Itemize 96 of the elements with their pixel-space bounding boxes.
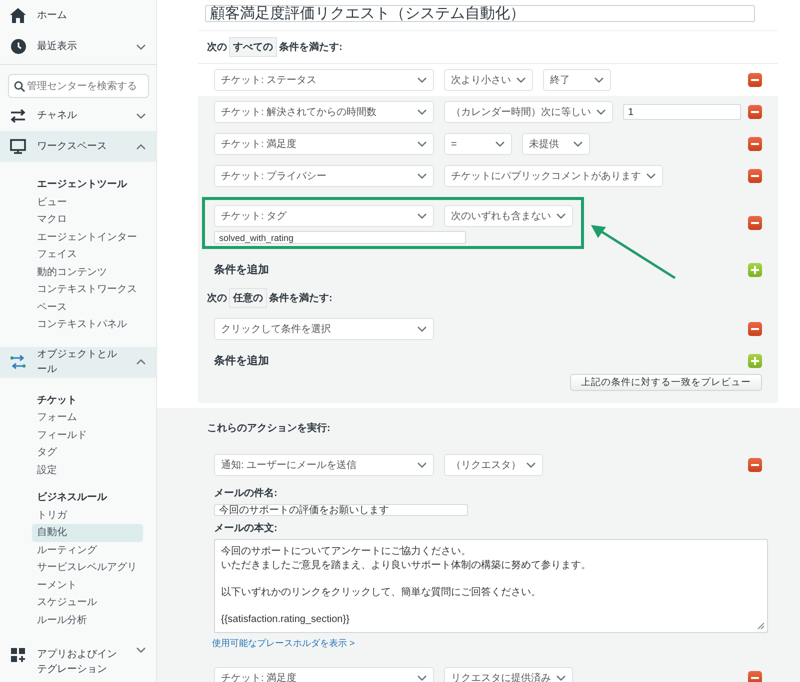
nav-subitem[interactable]: 自動化	[32, 524, 143, 542]
condition-heading: 次の すべての 条件を満たす:	[198, 30, 778, 64]
body-text-line: いただきましたご意見を踏まえ、より良いサポート体制の構築に努めて参ります。	[221, 558, 592, 572]
nav-subitem[interactable]: トリガ	[32, 506, 143, 524]
remove-button[interactable]	[748, 169, 762, 183]
chevron-down-icon	[526, 462, 536, 468]
dropdown[interactable]: クリックして条件を選択	[214, 318, 434, 340]
chevron-down-icon	[417, 77, 427, 83]
chevron-down-icon	[417, 462, 427, 468]
nav-subitem[interactable]: コンテキストパネル	[32, 316, 143, 334]
chevron-down-icon	[556, 675, 566, 681]
add-condition-label: 条件を追加	[214, 354, 269, 368]
actions-heading: これらのアクションを実行:	[206, 421, 332, 435]
remove-button[interactable]	[748, 216, 762, 230]
nav-item[interactable]: アプリおよびインテグレーション	[0, 642, 156, 682]
nav-group-heading: ビジネスルール	[36, 490, 108, 505]
dropdown[interactable]: （リクエスタ）	[444, 454, 543, 476]
subject-field[interactable]: 今回のサポートの評価をお願いします	[214, 504, 468, 516]
nav-subitem[interactable]: 設定	[32, 462, 143, 479]
dropdown[interactable]: （カレンダー時間）次に等しい	[444, 101, 613, 123]
chevron-down-icon	[596, 109, 606, 115]
dropdown[interactable]: 次より小さい	[444, 69, 533, 91]
nav-group-heading: エージェントツール	[36, 178, 128, 192]
home-icon	[10, 8, 26, 23]
message-body-field[interactable]: 今回のサポートについてアンケートにご協力ください。 いただきましたご意見を踏まえ、より良いサポート体制の構築に努めて参ります。 以下いずれかのリンクをクリックして、簡単な質問にご回答ください。 {{satisfaction.rating_section}}	[214, 539, 768, 633]
dropdown[interactable]: チケットにパブリックコメントがあります	[444, 165, 663, 187]
subject-label: メールの件名:	[214, 486, 278, 500]
body-text-line: 今回のサポートについてアンケートにご協力ください。	[221, 545, 472, 558]
preview-button[interactable]: 上記の条件に対する一致をプレビュー	[570, 374, 762, 391]
chevron-down-icon	[495, 141, 505, 147]
chevron-down-icon	[417, 141, 427, 147]
remove-button[interactable]	[748, 322, 762, 336]
monitor-icon	[10, 139, 26, 154]
nav-subitem[interactable]: エージェントインターフェイス	[32, 228, 143, 264]
chevron-down-icon	[136, 112, 146, 118]
chevron-down-icon	[417, 213, 427, 219]
remove-button[interactable]	[748, 458, 762, 472]
nav-subitem[interactable]: フィールド	[32, 426, 143, 444]
chevron-down-icon	[516, 77, 526, 83]
chevron-up-icon	[136, 359, 146, 365]
apps-add-icon	[10, 647, 26, 663]
nav-subitem[interactable]: タグ	[32, 444, 143, 462]
remove-button[interactable]	[748, 137, 762, 151]
nav-subitem[interactable]: サービスレベルアグリーメント	[32, 559, 143, 594]
number-field[interactable]: 1	[623, 104, 741, 120]
nav-item[interactable]: ワークスペース	[0, 131, 156, 162]
chevron-down-icon	[417, 173, 427, 179]
nav-subitem[interactable]: ルーティング	[32, 542, 143, 559]
dropdown[interactable]: =	[444, 133, 512, 155]
chevron-down-icon	[594, 77, 604, 83]
dropdown[interactable]: チケット: ステータス	[214, 69, 434, 91]
nav-subitem[interactable]: コンテキストワークスペース	[32, 281, 143, 316]
dropdown[interactable]: 通知: ユーザーにメールを送信	[214, 454, 434, 476]
chevron-down-icon	[136, 647, 146, 653]
body-label: メールの本文:	[214, 522, 278, 535]
search-field[interactable]: 管理センターを検索する	[8, 74, 149, 98]
clock-icon	[10, 39, 26, 54]
dropdown[interactable]: 終了	[543, 69, 611, 91]
body-text-line: {{satisfaction.rating_section}}	[221, 612, 350, 626]
nav-item[interactable]: オブジェクトとルール	[0, 346, 156, 378]
resize-grip-icon	[757, 622, 765, 630]
dropdown[interactable]: 次のいずれも含まない	[444, 205, 573, 227]
dropdown[interactable]: 未提供	[522, 133, 590, 155]
nav-subitem[interactable]: スケジュール	[32, 594, 143, 612]
nav-subitem[interactable]: マクロ	[32, 211, 143, 228]
remove-button[interactable]	[748, 73, 762, 87]
nav-subitem[interactable]: ビュー	[32, 194, 143, 211]
tags-field[interactable]: solved_with_rating	[214, 231, 466, 244]
condition-heading: 次の 任意の 条件を満たす:	[198, 283, 778, 313]
chevron-down-icon	[556, 213, 566, 219]
dropdown[interactable]: チケット: 解決されてからの時間数	[214, 101, 434, 123]
chevron-down-icon	[646, 173, 656, 179]
nav-group-heading: チケット	[36, 394, 78, 408]
chevron-down-icon	[573, 141, 583, 147]
placeholders-link[interactable]: 使用可能なプレースホルダを表示 >	[212, 637, 355, 650]
swap-arrows-icon	[10, 354, 26, 370]
nav-subitem[interactable]: 動的コンテンツ	[32, 264, 143, 281]
nav-item[interactable]: チャネル	[0, 100, 156, 131]
remove-button[interactable]	[748, 671, 762, 682]
nav-subitem[interactable]: フォーム	[32, 409, 143, 426]
arrows-icon	[10, 108, 26, 122]
chevron-down-icon	[417, 109, 427, 115]
nav-item[interactable]: 最近表示	[0, 31, 156, 62]
body-text-line: 以下いずれかのリンクをクリックして、簡単な質問にご回答ください。	[221, 586, 542, 599]
chevron-down-icon	[136, 44, 146, 50]
chevron-down-icon	[417, 675, 427, 681]
nav-subitem[interactable]: ルール分析	[32, 612, 143, 629]
add-condition-label: 条件を追加	[214, 262, 269, 277]
dropdown[interactable]: チケット: タグ	[214, 205, 434, 227]
chevron-up-icon	[136, 144, 146, 150]
title-field[interactable]: 顧客満足度評価リクエスト（システム自動化）	[205, 5, 755, 22]
dropdown[interactable]: チケット: プライバシー	[214, 165, 434, 187]
nav-item[interactable]: ホーム	[0, 0, 156, 31]
dropdown[interactable]: チケット: 満足度	[214, 133, 434, 155]
chevron-down-icon	[417, 326, 427, 332]
remove-button[interactable]	[748, 105, 762, 119]
